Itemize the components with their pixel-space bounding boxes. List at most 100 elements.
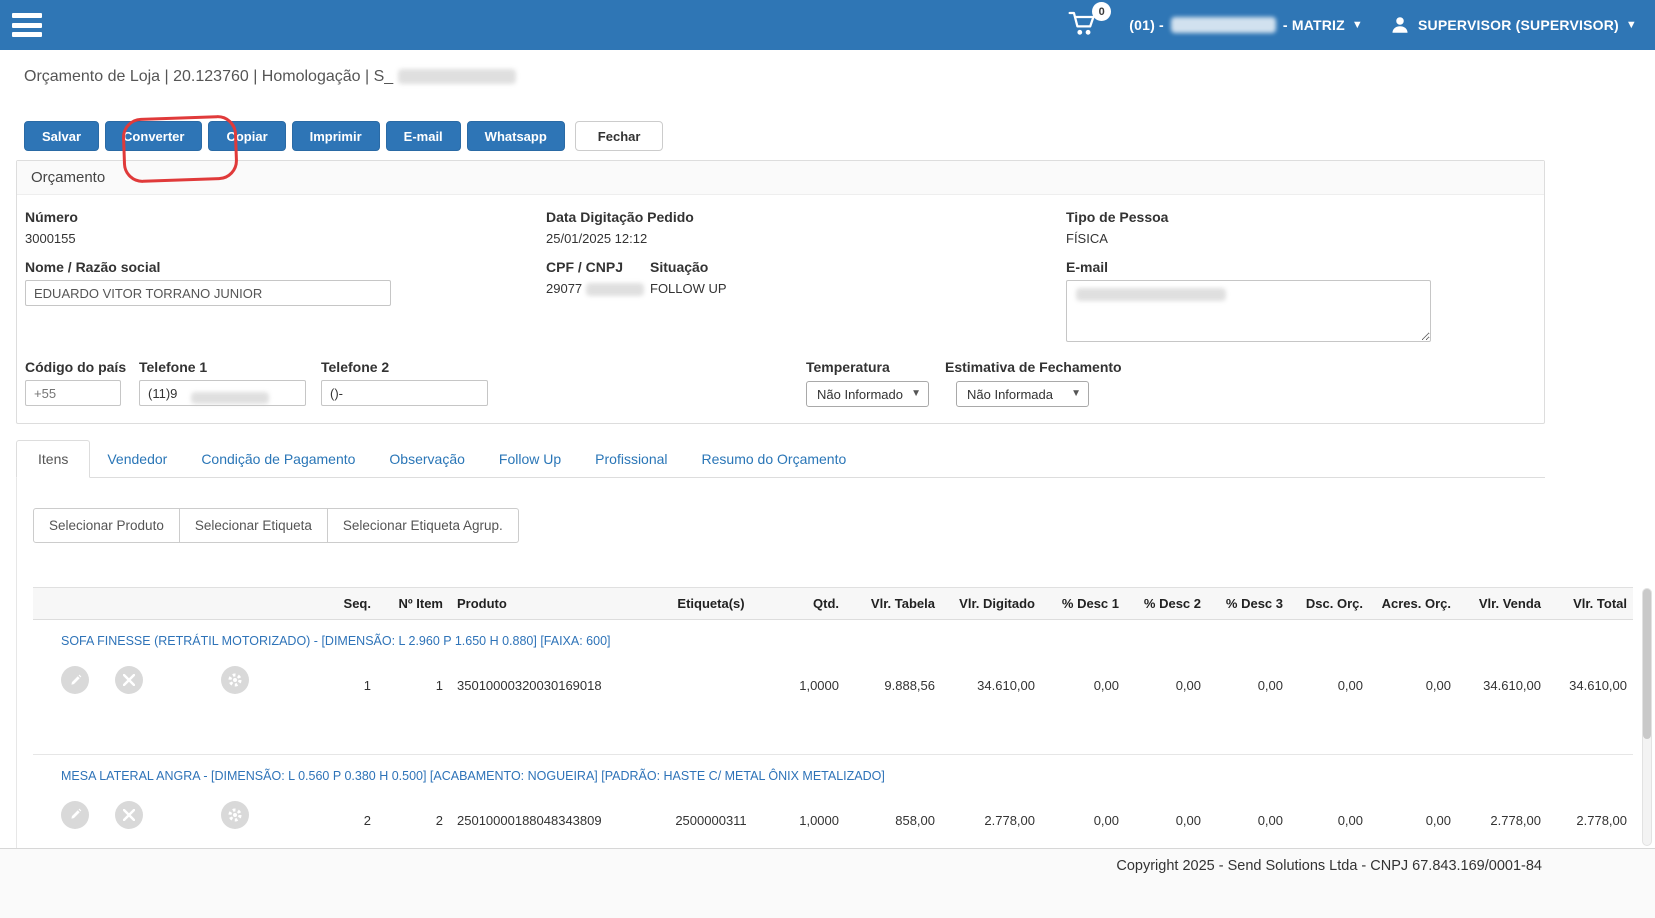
- product-description-link[interactable]: MESA LATERAL ANGRA - [DIMENSÃO: L 0.560 …: [61, 769, 885, 783]
- data-digitacao-value: 25/01/2025 12:12: [546, 231, 648, 246]
- redacted-email: [1076, 288, 1226, 301]
- branch-prefix: (01) -: [1129, 17, 1164, 33]
- panel-title: Orçamento: [31, 169, 106, 186]
- redacted-branch-name: [1170, 17, 1276, 33]
- fechar-button[interactable]: Fechar: [574, 121, 664, 151]
- col-vlr-tabela: Vlr. Tabela: [845, 587, 941, 620]
- email-button[interactable]: E-mail: [385, 121, 461, 151]
- col-desc2: % Desc 2: [1125, 587, 1207, 620]
- cart-button[interactable]: 0: [1067, 2, 1112, 42]
- table-scrollbar[interactable]: [1642, 588, 1652, 846]
- col-etiquetas: Etiqueta(s): [655, 587, 767, 620]
- branch-selector[interactable]: (01) - - MATRIZ ▼: [1129, 17, 1363, 33]
- nome-input[interactable]: [25, 280, 391, 306]
- cell-dsc-orc: 0,00: [1337, 678, 1363, 693]
- item-actions-group: Selecionar Produto Selecionar Etiqueta S…: [33, 508, 519, 543]
- cell-qtd: 1,0000: [799, 678, 839, 693]
- item-description-row: MESA LATERAL ANGRA - [DIMENSÃO: L 0.560 …: [33, 754, 1633, 793]
- redacted-cpf: [585, 283, 644, 297]
- salvar-button[interactable]: Salvar: [24, 121, 100, 151]
- selecionar-produto-button[interactable]: Selecionar Produto: [33, 508, 180, 543]
- tab-condicao-pagamento[interactable]: Condição de Pagamento: [184, 441, 372, 477]
- estimativa-fechamento-label: Estimativa de Fechamento: [945, 359, 1122, 375]
- col-seq: Seq.: [311, 587, 377, 620]
- breadcrumb: Orçamento de Loja | 20.123760 | Homologa…: [0, 50, 1655, 95]
- estimativa-fechamento-select[interactable]: Não Informada ▼: [956, 381, 1089, 407]
- user-label: SUPERVISOR (SUPERVISOR): [1417, 17, 1619, 33]
- remove-item-button[interactable]: [115, 800, 143, 829]
- x-icon: [123, 808, 135, 821]
- caret-down-icon: ▼: [1351, 18, 1363, 31]
- cell-vlr-digitado: 34.610,00: [977, 678, 1035, 693]
- cell-vlr-tabela: 9.888,56: [884, 678, 935, 693]
- cell-desc3: 0,00: [1257, 678, 1283, 693]
- telefone2-input[interactable]: [321, 380, 488, 406]
- temperatura-select[interactable]: Não Informado ▼: [806, 381, 929, 407]
- col-desc3: % Desc 3: [1207, 587, 1289, 620]
- col-vlr-digitado: Vlr. Digitado: [941, 587, 1041, 620]
- item-values-row: 1 1 35010000320030169018 1,0000 9.888,56…: [33, 658, 1633, 754]
- col-qtd: Qtd.: [767, 587, 845, 620]
- col-acres-orc: Acres. Orç.: [1369, 587, 1457, 620]
- product-description-link[interactable]: SOFA FINESSE (RETRÁTIL MOTORIZADO) - [DI…: [61, 634, 611, 648]
- cell-vlr-venda: 34.610,00: [1483, 678, 1541, 693]
- numero-label: Número: [25, 209, 78, 225]
- cell-vlr-total: 34.610,00: [1569, 678, 1627, 693]
- cell-desc2: 0,00: [1175, 678, 1201, 693]
- caret-down-icon: ▼: [1625, 18, 1637, 31]
- breadcrumb-text: Orçamento de Loja | 20.123760 | Homologa…: [24, 68, 394, 85]
- items-table: Seq. Nº Item Produto Etiqueta(s) Qtd. Vl…: [33, 587, 1633, 863]
- cart-count-badge: 0: [1092, 2, 1112, 21]
- tab-resumo-orcamento[interactable]: Resumo do Orçamento: [685, 441, 864, 477]
- tipo-pessoa-label: Tipo de Pessoa: [1066, 209, 1169, 225]
- cell-etiqueta: [655, 658, 767, 754]
- item-settings-button[interactable]: [221, 800, 249, 829]
- telefone1-label: Telefone 1: [139, 359, 208, 375]
- user-menu[interactable]: SUPERVISOR (SUPERVISOR) ▼: [1389, 14, 1637, 36]
- whatsapp-button[interactable]: Whatsapp: [466, 121, 565, 151]
- edit-item-button[interactable]: [61, 800, 89, 829]
- tab-profissional[interactable]: Profissional: [578, 441, 684, 477]
- col-dsc-orc: Dsc. Orç.: [1289, 587, 1369, 620]
- hamburger-menu-icon[interactable]: [10, 11, 44, 39]
- converter-button[interactable]: Converter: [105, 121, 203, 151]
- gear-icon: [228, 673, 242, 687]
- copiar-button[interactable]: Copiar: [208, 121, 286, 151]
- edit-item-button[interactable]: [61, 666, 89, 694]
- tab-bar: Itens Vendedor Condição de Pagamento Obs…: [16, 440, 1545, 478]
- col-n-item: Nº Item: [377, 587, 449, 620]
- col-vlr-venda: Vlr. Venda: [1457, 587, 1547, 620]
- selecionar-etiqueta-agrup-button[interactable]: Selecionar Etiqueta Agrup.: [326, 508, 519, 543]
- topbar: 0 (01) - - MATRIZ ▼ SUPERVISOR (SUPERVIS…: [0, 0, 1655, 50]
- col-produto: Produto: [449, 587, 655, 620]
- situacao-value: FOLLOW UP: [650, 281, 727, 296]
- col-desc1: % Desc 1: [1041, 587, 1125, 620]
- data-digitacao-label: Data Digitação Pedido: [546, 209, 694, 225]
- user-icon: [1392, 17, 1408, 33]
- items-header-row: Seq. Nº Item Produto Etiqueta(s) Qtd. Vl…: [33, 587, 1633, 620]
- pencil-icon: [70, 808, 81, 819]
- col-actions: [33, 587, 311, 620]
- copyright-text: Copyright 2025 - Send Solutions Ltda - C…: [1116, 858, 1542, 874]
- tab-observacao[interactable]: Observação: [372, 441, 481, 477]
- toolbar: Salvar Converter Copiar Imprimir E-mail …: [24, 115, 1655, 183]
- item-settings-button[interactable]: [221, 666, 249, 694]
- codigo-pais-input[interactable]: [25, 380, 121, 406]
- cpf-cnpj-label: CPF / CNPJ: [546, 259, 624, 275]
- tab-follow-up[interactable]: Follow Up: [482, 441, 578, 477]
- selecionar-etiqueta-button[interactable]: Selecionar Etiqueta: [178, 508, 328, 543]
- orcamento-panel: Orçamento Número 3000155 Data Digitação …: [16, 160, 1545, 424]
- itens-tab-content: Selecionar Produto Selecionar Etiqueta S…: [16, 478, 1655, 863]
- remove-item-button[interactable]: [115, 666, 143, 694]
- imprimir-button[interactable]: Imprimir: [291, 121, 380, 151]
- item-description-row: SOFA FINESSE (RETRÁTIL MOTORIZADO) - [DI…: [33, 620, 1633, 659]
- pencil-icon: [70, 674, 81, 685]
- x-icon: [123, 674, 135, 686]
- email-label: E-mail: [1066, 259, 1109, 275]
- redacted-breadcrumb: [397, 69, 516, 85]
- cell-produto: 35010000320030169018: [457, 678, 602, 693]
- tipo-pessoa-value: FÍSICA: [1066, 231, 1108, 246]
- tab-itens[interactable]: Itens: [16, 440, 91, 478]
- nome-label: Nome / Razão social: [25, 259, 161, 275]
- tab-vendedor[interactable]: Vendedor: [90, 441, 184, 477]
